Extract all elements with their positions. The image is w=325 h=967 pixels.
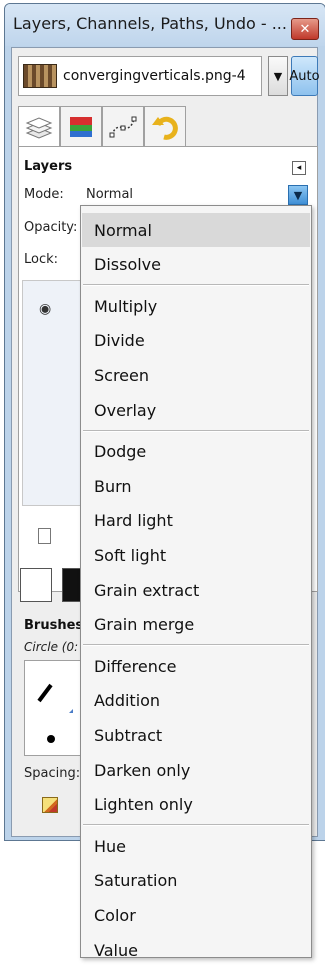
layer-list[interactable]: ◉	[22, 280, 88, 506]
menu-item-burn[interactable]: Burn	[82, 469, 310, 503]
menu-item-dissolve[interactable]: Dissolve	[82, 248, 310, 282]
menu-item-value[interactable]: Value	[82, 933, 310, 967]
image-selector[interactable]: convergingverticals.png-4	[18, 56, 262, 96]
edit-brush-icon[interactable]	[42, 797, 58, 813]
mode-label: Mode:	[24, 187, 64, 202]
menu-item-addition[interactable]: Addition	[82, 684, 310, 718]
spacing-label: Spacing:	[24, 766, 81, 781]
tab-channels[interactable]	[60, 106, 102, 146]
menu-item-subtract[interactable]: Subtract	[82, 718, 310, 752]
tab-undo[interactable]	[144, 106, 186, 146]
image-thumbnail-icon	[23, 64, 57, 88]
layers-tab-icon	[25, 116, 53, 139]
tab-layers[interactable]	[18, 106, 60, 148]
opacity-label: Opacity:	[24, 220, 78, 235]
menu-item-screen[interactable]: Screen	[82, 358, 310, 392]
title-bar[interactable]: Layers, Channels, Paths, Undo - ... ✕	[5, 4, 325, 46]
brush-grid[interactable]	[24, 660, 82, 756]
paths-tab-icon	[109, 116, 137, 137]
mode-select-value[interactable]: Normal	[86, 187, 133, 202]
window-title: Layers, Channels, Paths, Undo - ...	[13, 14, 287, 33]
menu-separator	[83, 429, 309, 432]
menu-item-soft-light[interactable]: Soft light	[82, 538, 310, 572]
close-button[interactable]: ✕	[291, 18, 319, 40]
lock-label: Lock:	[24, 252, 59, 267]
image-selector-dropdown-button[interactable]: ▼	[268, 56, 288, 96]
dock-tabs	[18, 106, 318, 148]
visibility-eye-icon[interactable]: ◉	[39, 301, 51, 317]
new-layer-icon[interactable]	[38, 528, 51, 544]
menu-item-hue[interactable]: Hue	[82, 829, 310, 863]
brush-stroke-icon	[37, 683, 73, 743]
menu-separator	[83, 284, 309, 287]
image-selector-value: convergingverticals.png-4	[63, 68, 246, 84]
tab-paths[interactable]	[102, 106, 144, 146]
menu-item-multiply[interactable]: Multiply	[82, 289, 310, 323]
menu-item-grain-merge[interactable]: Grain merge	[82, 608, 310, 642]
menu-item-saturation[interactable]: Saturation	[82, 864, 310, 898]
menu-item-overlay[interactable]: Overlay	[82, 393, 310, 427]
menu-item-lighten-only[interactable]: Lighten only	[82, 788, 310, 822]
undo-tab-icon	[152, 116, 178, 140]
menu-item-difference[interactable]: Difference	[82, 649, 310, 683]
menu-item-dodge[interactable]: Dodge	[82, 435, 310, 469]
menu-item-hard-light[interactable]: Hard light	[82, 504, 310, 538]
brushes-panel-title: Brushes	[24, 618, 84, 633]
menu-item-color[interactable]: Color	[82, 898, 310, 932]
panel-menu-icon[interactable]: ◂	[292, 161, 306, 175]
menu-item-divide[interactable]: Divide	[82, 324, 310, 358]
menu-item-normal[interactable]: Normal	[82, 213, 310, 247]
menu-separator	[83, 824, 309, 827]
mode-dropdown-button[interactable]: ▼	[288, 185, 308, 205]
channels-tab-icon	[70, 116, 92, 137]
menu-separator	[83, 644, 309, 647]
brush-name: Circle (0:	[24, 640, 79, 654]
auto-button[interactable]: Auto	[289, 56, 320, 96]
layers-panel-title: Layers	[24, 159, 73, 174]
brush-swatch-white[interactable]	[20, 568, 52, 602]
mode-dropdown-menu: Normal Dissolve Multiply Divide Screen Overla…	[80, 205, 312, 960]
menu-item-grain-extract[interactable]: Grain extract	[82, 573, 310, 607]
menu-item-darken-only[interactable]: Darken only	[82, 753, 310, 787]
